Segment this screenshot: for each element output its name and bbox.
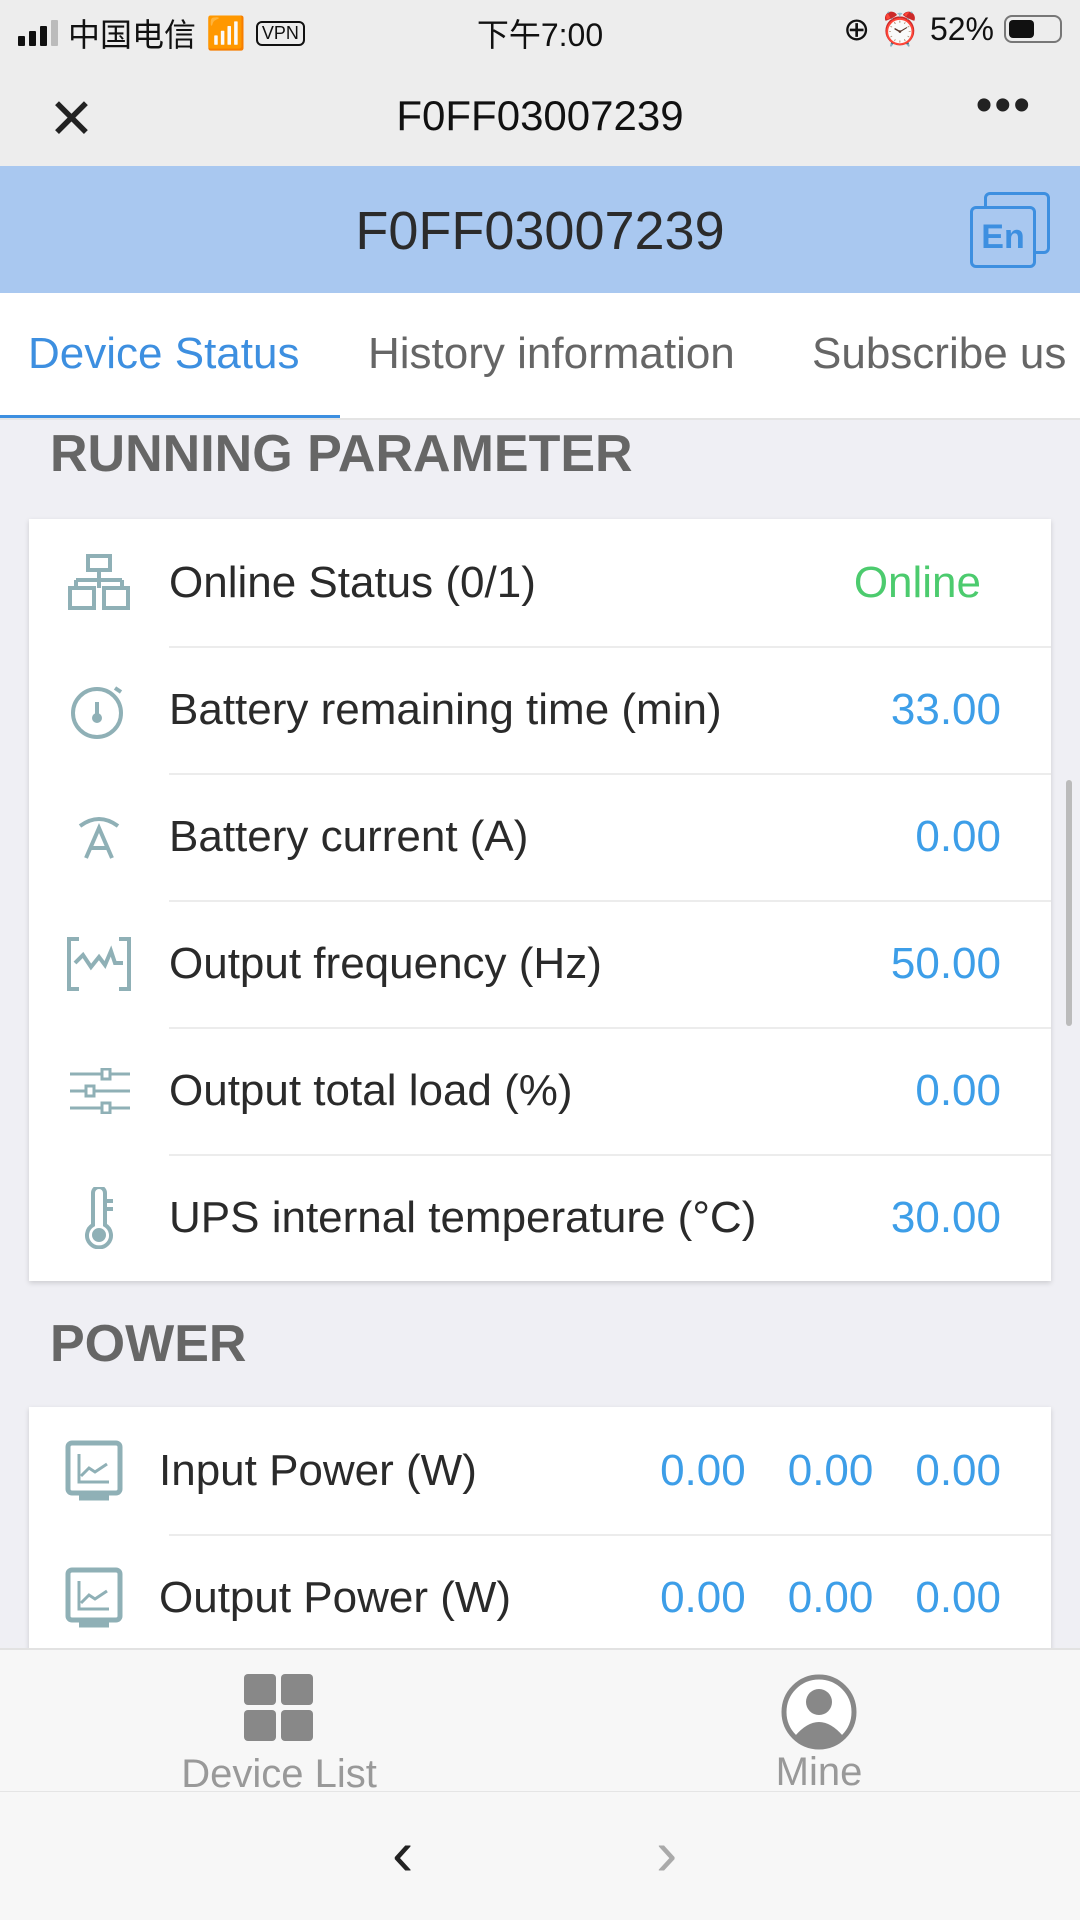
nav-bar: ✕ F0FF03007239 •••	[0, 64, 1080, 166]
alarm-icon: ⏰	[880, 11, 920, 47]
row-value: 33.00	[890, 684, 1001, 734]
phase-value: 0.00	[660, 1572, 746, 1622]
current-icon	[78, 816, 120, 859]
tab-subscribe-us[interactable]: Subscribe us	[812, 329, 1066, 379]
rotation-lock-icon: ⊕	[843, 11, 871, 47]
browser-toolbar: ‹ ›	[0, 1791, 1080, 1920]
nav-title: F0FF03007239	[396, 92, 684, 139]
row-label: Output total load (%)	[169, 1065, 573, 1115]
forward-arrow-icon[interactable]: ›	[656, 1816, 677, 1890]
battery-icon	[1004, 15, 1062, 43]
network-icon	[68, 553, 130, 610]
row-value: 0.00	[915, 1065, 1001, 1115]
active-tab-indicator	[0, 415, 340, 418]
mine-tab[interactable]: Mine	[669, 1674, 969, 1795]
row-value: 0.00	[915, 811, 1001, 861]
phase-value: 0.00	[660, 1445, 746, 1495]
list-item[interactable]: Output Power (W) 0.00 0.00 0.00	[29, 1534, 1051, 1661]
page-header: F0FF03007239 En	[0, 166, 1080, 293]
row-label: Output frequency (Hz)	[169, 938, 602, 988]
grid-icon	[244, 1674, 313, 1741]
page-title: F0FF03007239	[355, 201, 725, 261]
row-label: Input Power (W)	[159, 1445, 477, 1495]
section-title-power: POWER	[50, 1315, 247, 1373]
bottom-tab-bar: Device List Mine	[0, 1648, 1080, 1796]
online-status-value: Online	[853, 557, 981, 607]
language-button[interactable]: En	[970, 192, 1050, 268]
device-list-tab[interactable]: Device List	[129, 1674, 429, 1797]
phase-value: 0.00	[915, 1572, 1001, 1622]
phase-value: 0.00	[915, 1445, 1001, 1495]
list-item[interactable]: UPS internal temperature (°C) 30.00	[29, 1154, 1051, 1281]
stopwatch-icon	[71, 685, 123, 739]
section-title-running: RUNNING PARAMETER	[50, 425, 633, 483]
row-label: Online Status (0/1)	[169, 557, 536, 607]
mine-label: Mine	[775, 1750, 863, 1794]
scrollbar[interactable]	[1066, 780, 1072, 1026]
chart-monitor-icon	[65, 1440, 123, 1500]
list-item[interactable]: Input Power (W) 0.00 0.00 0.00	[29, 1407, 1051, 1534]
phase-value: 0.00	[787, 1572, 874, 1622]
more-icon[interactable]: •••	[976, 78, 1032, 133]
thermometer-icon	[85, 1186, 113, 1249]
list-item[interactable]: Output total load (%) 0.00	[29, 1027, 1051, 1154]
tab-history-information[interactable]: History information	[368, 329, 735, 379]
list-item[interactable]: Online Status (0/1) Online	[29, 519, 1051, 646]
user-icon	[781, 1674, 857, 1750]
row-label: Output Power (W)	[159, 1572, 512, 1622]
language-icon: En	[970, 206, 1036, 268]
power-card: Input Power (W) 0.00 0.00 0.00 Output Powe…	[29, 1407, 1051, 1661]
list-item[interactable]: Output frequency (Hz) 50.00	[29, 900, 1051, 1027]
battery-percent: 52%	[929, 10, 994, 47]
list-item[interactable]: Battery remaining time (min) 33.00	[29, 646, 1051, 773]
status-bar: 中国电信 📶 VPN 下午7:00 ⊕ ⏰ 52%	[0, 0, 1080, 64]
chart-monitor-icon	[65, 1567, 123, 1627]
row-label: Battery remaining time (min)	[169, 684, 722, 734]
row-value: 50.00	[890, 938, 1001, 988]
phase-value: 0.00	[787, 1445, 874, 1495]
back-arrow-icon[interactable]: ‹	[392, 1816, 413, 1890]
running-parameter-card: Online Status (0/1) Online Battery remai…	[29, 519, 1051, 1281]
waveform-icon	[67, 936, 131, 991]
row-label: UPS internal temperature (°C)	[169, 1192, 757, 1242]
row-value: 30.00	[890, 1192, 1001, 1242]
row-label: Battery current (A)	[169, 811, 529, 861]
sliders-icon	[70, 1067, 130, 1114]
list-item[interactable]: Battery current (A) 0.00	[29, 773, 1051, 900]
tab-bar: Device Status History information Subscr…	[0, 293, 1080, 420]
tab-device-status[interactable]: Device Status	[28, 329, 299, 379]
